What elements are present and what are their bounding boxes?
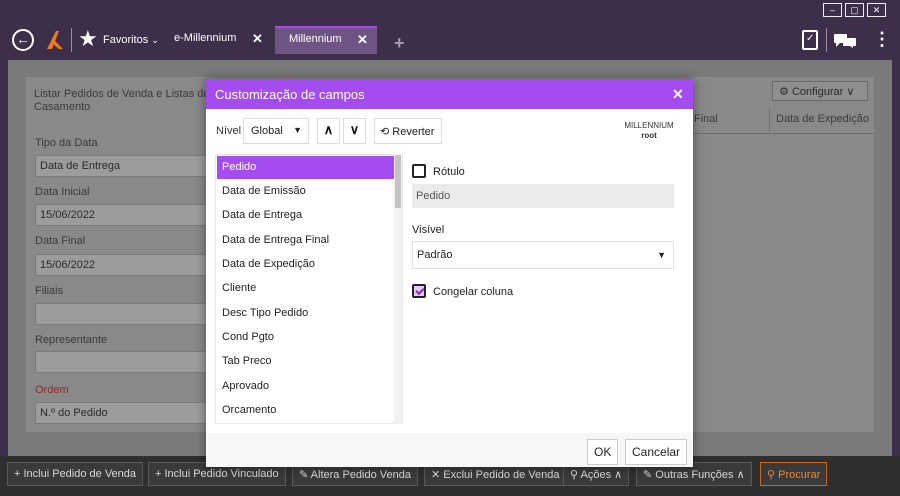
congelar-checkbox[interactable] bbox=[412, 284, 426, 298]
congelar-label: Congelar coluna bbox=[433, 286, 514, 298]
ordem-select[interactable]: N.º do Pedido bbox=[35, 402, 215, 424]
move-up-button[interactable]: ∧ bbox=[317, 118, 340, 144]
list-item[interactable]: Orcamento bbox=[217, 399, 394, 422]
tab-e-millennium[interactable]: e-Millennium bbox=[174, 32, 236, 44]
divider bbox=[826, 28, 827, 52]
inclui-pedido-button[interactable]: + Inclui Pedido de Venda bbox=[7, 462, 144, 486]
button-label: Exclui Pedido de Venda bbox=[443, 469, 560, 481]
column-header[interactable]: Data de Expedição bbox=[776, 113, 869, 125]
minimize-button[interactable]: – bbox=[823, 3, 842, 17]
maximize-button[interactable]: ▢ bbox=[845, 3, 864, 17]
chevron-down-icon: ∨ bbox=[846, 86, 855, 98]
list-item[interactable]: Data de Entrega Final bbox=[217, 229, 394, 252]
list-item[interactable]: Data de Expedição bbox=[217, 253, 394, 276]
page-title: Listar Pedidos de Venda e Listas de Casa… bbox=[34, 88, 210, 113]
data-inicial-input[interactable]: 15/06/2022 bbox=[35, 204, 215, 226]
edit-icon: ✎ bbox=[299, 469, 311, 481]
cancel-button[interactable]: Cancelar bbox=[625, 439, 688, 465]
column-header[interactable]: Final bbox=[694, 113, 718, 125]
rotulo-checkbox[interactable] bbox=[412, 164, 426, 178]
move-down-button[interactable]: ∨ bbox=[343, 118, 366, 144]
divider bbox=[71, 28, 72, 52]
clipboard-check-icon[interactable] bbox=[802, 30, 818, 50]
field-label: Representante bbox=[35, 334, 108, 346]
add-tab-icon[interactable]: + bbox=[394, 33, 405, 54]
list-item[interactable]: Aprovado bbox=[217, 375, 394, 398]
field-label: Tipo da Data bbox=[35, 137, 98, 149]
button-label: Ações bbox=[580, 469, 612, 481]
millennium-logo-icon[interactable] bbox=[44, 28, 66, 52]
rotulo-input[interactable]: Pedido bbox=[412, 184, 674, 208]
tab-millennium[interactable]: Millennium ✕ bbox=[275, 26, 377, 54]
list-item[interactable]: Data de Emissão bbox=[217, 180, 394, 203]
gear-icon: ⚙ bbox=[779, 86, 789, 98]
favorites-label: Favoritos bbox=[103, 34, 149, 46]
caret-down-icon: ▼ bbox=[657, 250, 666, 260]
fields-list[interactable]: Pedido Data de Emissão Data de Entrega D… bbox=[215, 154, 403, 424]
more-vertical-icon[interactable]: ⋮ bbox=[873, 30, 891, 48]
edit-icon: ✎ bbox=[643, 469, 656, 481]
filiais-input[interactable] bbox=[35, 303, 215, 325]
rotulo-label: Rótulo bbox=[433, 166, 465, 178]
field-label: Ordem bbox=[35, 384, 69, 396]
undo-icon: ⟲ bbox=[380, 126, 390, 138]
configure-label: Configurar bbox=[791, 86, 844, 98]
caret-down-icon: ▼ bbox=[293, 125, 302, 135]
close-window-button[interactable]: ✕ bbox=[867, 3, 886, 17]
user-info: MILLENNIUM root bbox=[618, 121, 680, 141]
nivel-label: Nível bbox=[216, 125, 242, 137]
button-label: Procurar bbox=[778, 469, 821, 481]
customize-fields-dialog: Customização de campos ✕ Nível Global ▼ … bbox=[206, 79, 693, 467]
delete-icon: ✕ bbox=[431, 469, 444, 481]
data-final-input[interactable]: 15/06/2022 bbox=[35, 254, 215, 276]
button-label: Outras Funções bbox=[655, 469, 734, 481]
list-item[interactable]: Desc Tipo Pedido bbox=[217, 302, 394, 325]
revert-button[interactable]: ⟲ Reverter bbox=[374, 118, 442, 144]
back-arrow-icon[interactable]: ← bbox=[12, 29, 34, 51]
list-item[interactable]: Cliente bbox=[217, 277, 394, 300]
revert-label: Reverter bbox=[392, 126, 435, 138]
representante-input[interactable] bbox=[35, 351, 215, 373]
header-divider bbox=[690, 133, 874, 134]
user-name: root bbox=[641, 131, 657, 140]
procurar-button[interactable]: ⚲ Procurar bbox=[760, 462, 828, 486]
star-icon[interactable]: ★ bbox=[78, 26, 98, 52]
favorites-menu[interactable]: Favoritos ⌄ bbox=[103, 34, 159, 46]
chat-icon[interactable] bbox=[834, 34, 856, 48]
tipo-data-select[interactable]: Data de Entrega bbox=[35, 155, 215, 177]
configure-button[interactable]: ⚙ Configurar ∨ bbox=[772, 81, 868, 101]
button-label: Altera Pedido Venda bbox=[310, 469, 411, 481]
field-label: Data Final bbox=[35, 235, 86, 247]
list-item[interactable]: Pedido bbox=[217, 156, 394, 179]
close-icon[interactable]: ✕ bbox=[672, 86, 684, 103]
filter-icon: ⚲ bbox=[570, 469, 581, 481]
tab-label: Millennium bbox=[289, 33, 342, 45]
search-icon: ⚲ bbox=[767, 469, 779, 481]
dialog-header: Customização de campos ✕ bbox=[206, 79, 693, 109]
nivel-value: Global bbox=[251, 125, 283, 137]
list-item[interactable]: Data de Entrega bbox=[217, 204, 394, 227]
field-label: Filiais bbox=[35, 285, 64, 297]
visivel-label: Visível bbox=[412, 224, 445, 236]
visivel-select[interactable]: Padrão ▼ bbox=[412, 241, 674, 269]
tab-close-icon[interactable]: ✕ bbox=[252, 31, 263, 47]
title-bar: – ▢ ✕ ← ★ Favoritos ⌄ e-Millennium ✕ Mil… bbox=[0, 0, 900, 60]
visivel-value: Padrão bbox=[417, 249, 453, 261]
chevron-down-icon: ⌄ bbox=[151, 35, 159, 45]
dialog-footer: OK Cancelar bbox=[206, 433, 693, 467]
field-label: Data Inicial bbox=[35, 186, 90, 198]
tab-close-icon[interactable]: ✕ bbox=[357, 32, 368, 48]
list-item[interactable]: Tab Preco bbox=[217, 350, 394, 373]
column-divider bbox=[769, 108, 770, 132]
user-system: MILLENNIUM bbox=[624, 121, 674, 130]
chevron-up-icon: ∧ bbox=[733, 469, 745, 481]
nivel-select[interactable]: Global ▼ bbox=[243, 118, 309, 144]
list-item[interactable]: Cond Pgto bbox=[217, 326, 394, 349]
ok-button[interactable]: OK bbox=[587, 439, 619, 465]
scrollbar-thumb[interactable] bbox=[395, 155, 401, 208]
dialog-title: Customização de campos bbox=[215, 87, 365, 102]
chevron-up-icon: ∧ bbox=[611, 469, 623, 481]
